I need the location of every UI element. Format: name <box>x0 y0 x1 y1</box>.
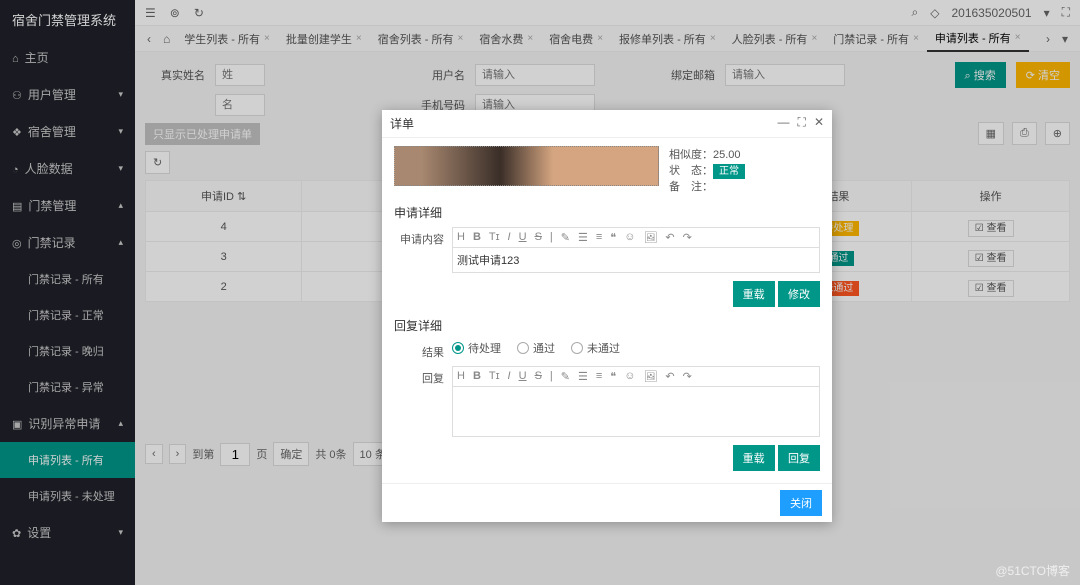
radio-1[interactable]: 通过 <box>517 340 555 356</box>
radio-0[interactable]: 待处理 <box>452 340 501 356</box>
minimize-icon[interactable]: — <box>778 115 790 132</box>
result-label: 结果 <box>394 340 444 360</box>
close-icon[interactable]: ✕ <box>814 115 824 132</box>
editor-toolbar-1[interactable]: HBTɪIUS|✎☰≡❝☺🖼↶↷ <box>452 227 820 248</box>
reply-button[interactable]: 回复 <box>778 445 820 471</box>
reply-label: 回复 <box>394 366 444 386</box>
content-label: 申请内容 <box>394 227 444 247</box>
section-apply: 申请详细 <box>394 204 820 221</box>
modal-title: 详单 <box>390 115 414 132</box>
maximize-icon[interactable]: ⛶ <box>798 115 806 132</box>
reset-button-1[interactable]: 重载 <box>733 281 775 307</box>
detail-modal: 详单 — ⛶ ✕ 相似度：25.00 状 态：正常 备 注： 申请详细 申请内容… <box>382 110 832 522</box>
watermark: @51CTO博客 <box>995 562 1070 579</box>
face-image <box>394 146 659 186</box>
content-editor[interactable]: 测试申请123 <box>452 248 820 273</box>
close-button[interactable]: 关闭 <box>780 490 822 516</box>
status-badge: 正常 <box>713 164 745 179</box>
section-reply: 回复详细 <box>394 317 820 334</box>
reset-button-2[interactable]: 重载 <box>733 445 775 471</box>
radio-2[interactable]: 未通过 <box>571 340 620 356</box>
modify-button[interactable]: 修改 <box>778 281 820 307</box>
editor-toolbar-2[interactable]: HBTɪIUS|✎☰≡❝☺🖼↶↷ <box>452 366 820 387</box>
reply-editor[interactable] <box>452 387 820 437</box>
